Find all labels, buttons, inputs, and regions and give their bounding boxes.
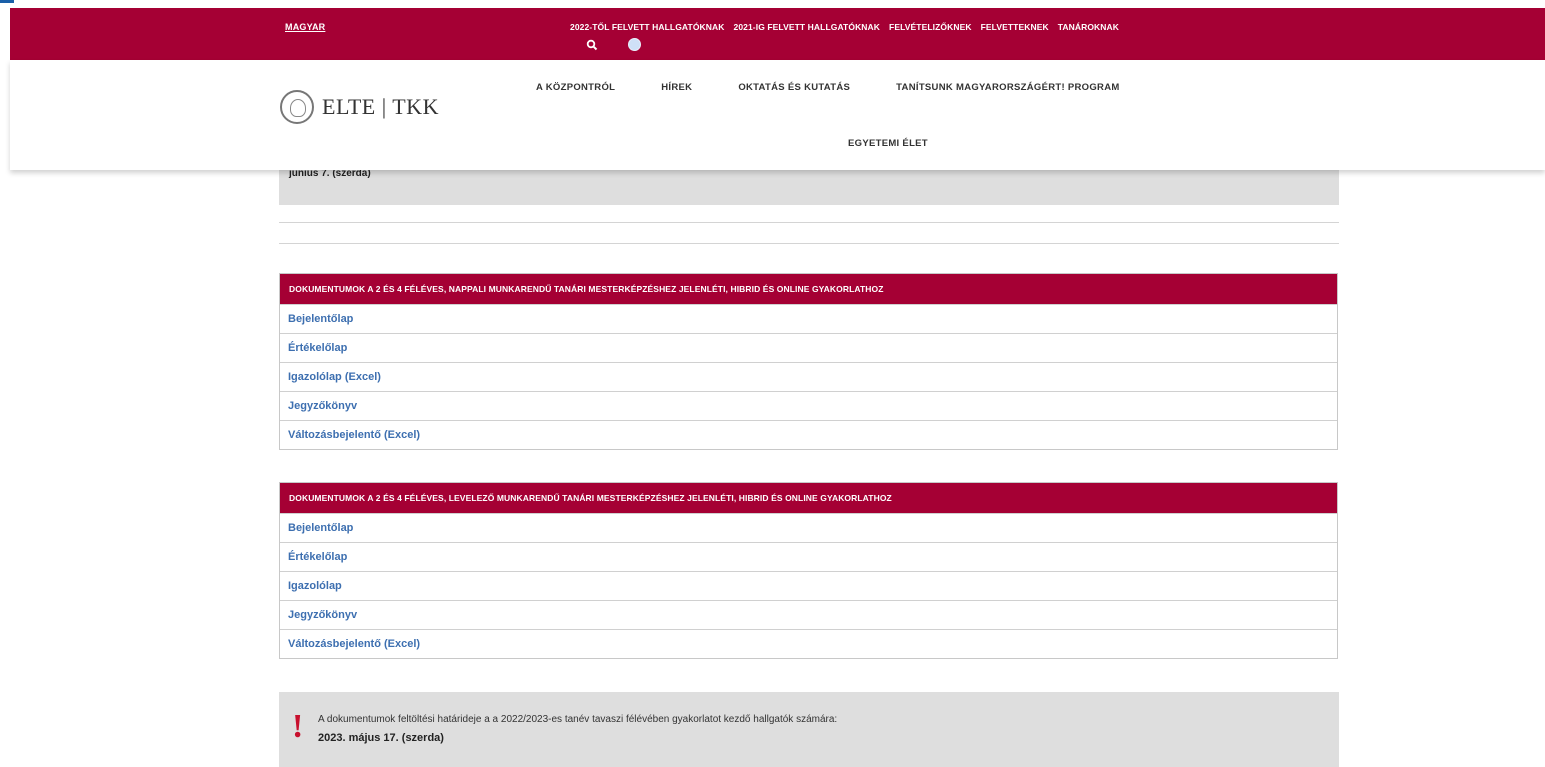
- divider: [279, 222, 1339, 223]
- document-link[interactable]: Értékelőlap: [288, 551, 347, 563]
- university-seal-icon: [280, 90, 314, 124]
- nav-item-about[interactable]: A KÖZPONTRÓL: [536, 82, 615, 93]
- top-bar: MAGYAR 2022-TŐL FELVETT HALLGATÓKNAK 202…: [10, 8, 1545, 60]
- divider: [279, 243, 1339, 244]
- table-row: Értékelőlap: [280, 333, 1337, 362]
- nav-item-education[interactable]: OKTATÁS ÉS KUTATÁS: [738, 82, 850, 93]
- site-logo[interactable]: ELTE | TKK: [280, 90, 439, 124]
- top-link-2022[interactable]: 2022-TŐL FELVETT HALLGATÓKNAK: [570, 22, 725, 32]
- logo-text: ELTE | TKK: [322, 94, 439, 119]
- table-row: Igazolólap: [280, 571, 1337, 600]
- table-row: Bejelentőlap: [280, 304, 1337, 333]
- nav-item-university-life[interactable]: EGYETEMI ÉLET: [848, 138, 928, 149]
- document-link[interactable]: Változásbejelentő (Excel): [288, 638, 420, 650]
- document-link[interactable]: Igazolólap (Excel): [288, 371, 381, 383]
- table-row: Jegyzőkönyv: [280, 600, 1337, 629]
- document-link[interactable]: Bejelentőlap: [288, 313, 353, 325]
- nav-item-news[interactable]: HÍREK: [661, 82, 692, 93]
- table-row: Igazolólap (Excel): [280, 362, 1337, 391]
- table-header: DOKUMENTUMOK A 2 ÉS 4 FÉLÉVES, NAPPALI M…: [280, 274, 1337, 304]
- top-link-applicants[interactable]: FELVÉTELIZŐKNEK: [889, 22, 972, 32]
- table-header: DOKUMENTUMOK A 2 ÉS 4 FÉLÉVES, LEVELEZŐ …: [280, 483, 1337, 513]
- top-link-teachers[interactable]: TANÁROKNAK: [1058, 22, 1119, 32]
- search-icon[interactable]: [586, 39, 598, 51]
- deadline-description: A dokumentumok feltöltési határideje a a…: [318, 714, 838, 725]
- deadline-note: ! A dokumentumok feltöltési határideje a…: [279, 692, 1339, 767]
- document-link[interactable]: Bejelentőlap: [288, 522, 353, 534]
- language-link[interactable]: MAGYAR: [285, 22, 325, 32]
- deadline-date: 2023. május 17. (szerda): [318, 732, 444, 744]
- top-link-admitted[interactable]: FELVETTEKNEK: [981, 22, 1049, 32]
- documents-table-fulltime: DOKUMENTUMOK A 2 ÉS 4 FÉLÉVES, NAPPALI M…: [279, 273, 1338, 450]
- globe-icon[interactable]: [628, 38, 641, 51]
- site-header: ELTE | TKK A KÖZPONTRÓL HÍREK OKTATÁS ÉS…: [10, 60, 1545, 170]
- document-link[interactable]: Változásbejelentő (Excel): [288, 429, 420, 441]
- document-link[interactable]: Értékelőlap: [288, 342, 347, 354]
- audience-links: 2022-TŐL FELVETT HALLGATÓKNAK 2021-IG FE…: [570, 22, 1119, 32]
- nav-item-program[interactable]: TANÍTSUNK MAGYARORSZÁGÉRT! PROGRAM: [896, 82, 1119, 93]
- document-link[interactable]: Igazolólap: [288, 580, 342, 592]
- main-nav: A KÖZPONTRÓL HÍREK OKTATÁS ÉS KUTATÁS TA…: [536, 82, 1120, 93]
- top-link-2021[interactable]: 2021-IG FELVETT HALLGATÓKNAK: [734, 22, 881, 32]
- table-row: Változásbejelentő (Excel): [280, 420, 1337, 449]
- document-link[interactable]: Jegyzőkönyv: [288, 400, 357, 412]
- table-row: Változásbejelentő (Excel): [280, 629, 1337, 658]
- documents-table-parttime: DOKUMENTUMOK A 2 ÉS 4 FÉLÉVES, LEVELEZŐ …: [279, 482, 1338, 659]
- top-icons: [586, 38, 641, 51]
- document-link[interactable]: Jegyzőkönyv: [288, 609, 357, 621]
- table-row: Értékelőlap: [280, 542, 1337, 571]
- page-edge-marker: [0, 0, 14, 3]
- table-row: Jegyzőkönyv: [280, 391, 1337, 420]
- exclamation-icon: !: [292, 708, 304, 745]
- table-row: Bejelentőlap: [280, 513, 1337, 542]
